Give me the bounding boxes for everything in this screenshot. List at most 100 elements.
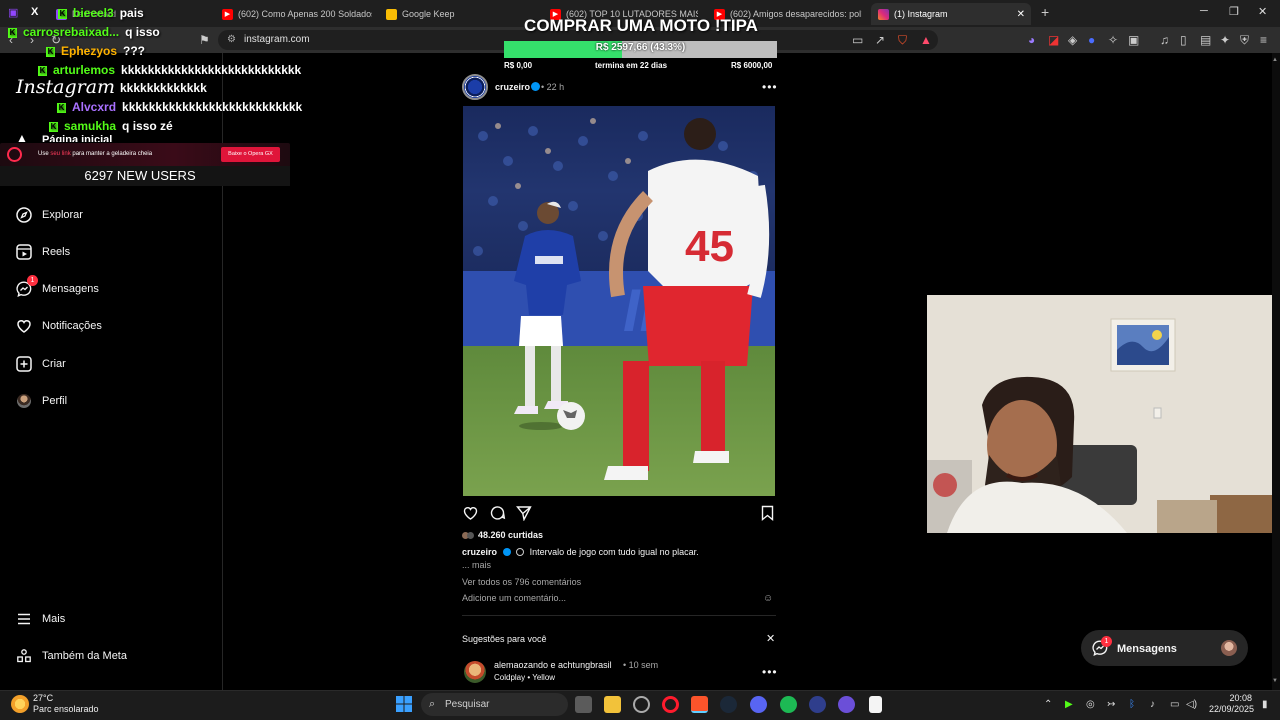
opera-gx-icon[interactable] xyxy=(662,696,679,713)
obs-icon[interactable] xyxy=(633,696,650,713)
leo-ai-icon[interactable]: ✦ xyxy=(1220,33,1230,47)
discord-icon[interactable] xyxy=(750,696,767,713)
file-explorer-icon[interactable] xyxy=(604,696,621,713)
chat-text: ??? xyxy=(123,44,146,58)
close-window-icon[interactable]: ✕ xyxy=(1258,5,1267,18)
share-send-icon[interactable] xyxy=(516,505,532,526)
sidebar-item-home[interactable]: Página inicial xyxy=(42,134,112,142)
kick-badge-icon: K xyxy=(8,27,17,38)
taskbar-search[interactable]: ⌕ Pesquisar xyxy=(421,693,568,716)
tray-app-icon[interactable]: ◎ xyxy=(1086,699,1095,710)
vpn-icon[interactable]: ⛨ xyxy=(1240,33,1249,48)
sidebar-item-explorar[interactable]: Explorar xyxy=(16,207,83,223)
network-icon[interactable]: ▭ xyxy=(1170,699,1179,710)
scroll-up-icon[interactable]: ▲ xyxy=(1272,57,1278,63)
new-users-text: 6297 NEW USERS xyxy=(84,168,196,183)
sidebar-item-reels[interactable]: Reels xyxy=(16,244,70,260)
tray-app-icon[interactable]: ↣ xyxy=(1107,699,1115,710)
messenger-icon: 1 xyxy=(16,275,38,297)
wallet-icon[interactable]: ▤ xyxy=(1200,33,1211,47)
caption-text: Intervalo de jogo com tudo igual no plac… xyxy=(529,547,699,557)
suggestions-title: Sugestões para você xyxy=(462,634,547,644)
close-icon[interactable]: ✕ xyxy=(766,632,775,645)
tab-label: (1) Instagram xyxy=(894,9,948,19)
steam-icon[interactable] xyxy=(720,696,737,713)
suggestion-song[interactable]: Coldplay • Yellow xyxy=(494,673,555,682)
bluetooth-icon[interactable]: ᛒ xyxy=(1129,699,1135,710)
weather-icon[interactable] xyxy=(11,695,29,713)
emoji-icon[interactable]: ☺ xyxy=(763,593,773,604)
app-icon[interactable] xyxy=(809,696,826,713)
tray-play-icon[interactable]: ▶ xyxy=(1065,699,1073,710)
sidebar-item-criar[interactable]: Criar xyxy=(16,356,66,372)
post-author-avatar[interactable] xyxy=(462,74,488,100)
suggestion-options-icon[interactable]: ••• xyxy=(762,665,778,679)
post-caption: cruzeiro Intervalo de jogo com tudo igua… xyxy=(462,547,777,557)
post-options-icon[interactable]: ••• xyxy=(762,80,778,94)
view-comments-link[interactable]: Ver todos os 796 comentários xyxy=(462,577,581,587)
sidebar-item-notificacoes[interactable]: Notificações xyxy=(16,318,102,334)
scroll-down-icon[interactable]: ▼ xyxy=(1272,678,1278,684)
add-comment-input[interactable]: Adicione um comentário... xyxy=(462,593,566,603)
post-author-username[interactable]: cruzeiro xyxy=(495,82,530,92)
scrollbar[interactable]: ▲ ▼ xyxy=(1272,53,1280,690)
restore-icon[interactable]: ❐ xyxy=(1229,5,1239,18)
suggestion-avatar[interactable] xyxy=(464,661,486,683)
sidebar-item-mensagens[interactable]: 1 Mensagens xyxy=(16,275,99,297)
likes-count[interactable]: 48.260 curtidas xyxy=(462,530,543,540)
tray-expand-icon[interactable]: ⌃ xyxy=(1044,699,1052,710)
minimize-icon[interactable]: ─ xyxy=(1200,5,1208,17)
menu-icon xyxy=(16,611,32,627)
app-icon[interactable] xyxy=(838,696,855,713)
menu-icon[interactable]: ≡ xyxy=(1260,33,1267,47)
spotify-icon[interactable] xyxy=(780,696,797,713)
bookmark-icon[interactable]: ⚑ xyxy=(199,33,210,47)
extension-3-icon[interactable]: ◈ xyxy=(1068,33,1077,47)
new-tab-icon[interactable]: + xyxy=(1041,4,1049,20)
instagram-logo[interactable]: Instagram xyxy=(16,76,115,98)
notepad-icon[interactable] xyxy=(869,696,882,713)
like-heart-icon[interactable] xyxy=(462,505,479,526)
share-icon[interactable]: ↗ xyxy=(875,33,885,47)
extension-1-icon[interactable]: ◕ xyxy=(1028,33,1035,47)
brave-rewards-icon[interactable]: ▲ xyxy=(920,33,932,47)
caption-username[interactable]: cruzeiro xyxy=(462,547,497,557)
volume-icon[interactable]: ◁) xyxy=(1186,699,1197,710)
taskbar-clock[interactable]: 20:08 22/09/2025 xyxy=(1209,693,1254,715)
sidebar-item-mais[interactable]: Mais xyxy=(16,611,65,627)
twitch-icon[interactable]: ▣ xyxy=(8,6,18,19)
task-view-icon[interactable] xyxy=(575,696,592,713)
tab-instagram[interactable]: (1) Instagram ✕ xyxy=(871,3,1031,25)
site-info-icon[interactable]: ⚙ xyxy=(227,30,236,50)
kick-badge-icon: K xyxy=(58,8,67,19)
post-image[interactable]: IKI 45 xyxy=(463,106,775,496)
microphone-icon[interactable]: ♪ xyxy=(1150,699,1155,710)
extensions-icon[interactable]: ✧ xyxy=(1108,33,1118,47)
close-tab-icon[interactable]: ✕ xyxy=(1017,9,1025,20)
brave-icon[interactable] xyxy=(691,696,708,713)
caption-more-link[interactable]: ... mais xyxy=(462,560,491,570)
suggestion-users[interactable]: alemaozando e achtungbrasil xyxy=(494,660,612,670)
goal-deadline-label: termina em 22 dias xyxy=(595,61,668,70)
sidebar-toggle-icon[interactable]: ▯ xyxy=(1180,33,1187,47)
sidebar-item-meta[interactable]: Também da Meta xyxy=(16,648,127,664)
screen-icon[interactable]: ▭ xyxy=(852,33,863,47)
extension-5-icon[interactable]: ▣ xyxy=(1128,33,1139,47)
notifications-icon[interactable]: ▮ xyxy=(1262,699,1268,710)
x-icon[interactable]: X xyxy=(31,6,38,18)
tab-youtube-1[interactable]: ▶ (602) Como Apenas 200 Soldados De xyxy=(222,3,372,25)
extension-4-icon[interactable]: ● xyxy=(1088,33,1095,47)
brave-shield-icon[interactable]: ⛉ xyxy=(898,33,907,48)
chat-message: K Alvcxrd kkkkkkkkkkkkkkkkkkkkkkkkkkk xyxy=(57,100,302,114)
media-icon[interactable]: ♫ xyxy=(1160,33,1169,47)
verified-badge-icon xyxy=(531,82,540,91)
webcam-feed xyxy=(927,295,1280,533)
save-bookmark-icon[interactable] xyxy=(760,505,775,526)
comment-icon[interactable] xyxy=(489,505,506,526)
chat-text: kkkkkkkkkkkkk xyxy=(120,81,207,95)
sidebar-item-perfil[interactable]: Perfil xyxy=(16,393,67,409)
extension-2-icon[interactable]: ◪ xyxy=(1048,33,1059,47)
windows-start-icon[interactable] xyxy=(396,696,412,717)
download-opera-button[interactable]: Baixe o Opera GX xyxy=(221,147,280,162)
weather-widget[interactable]: 27°C Parc ensolarado xyxy=(33,693,99,715)
